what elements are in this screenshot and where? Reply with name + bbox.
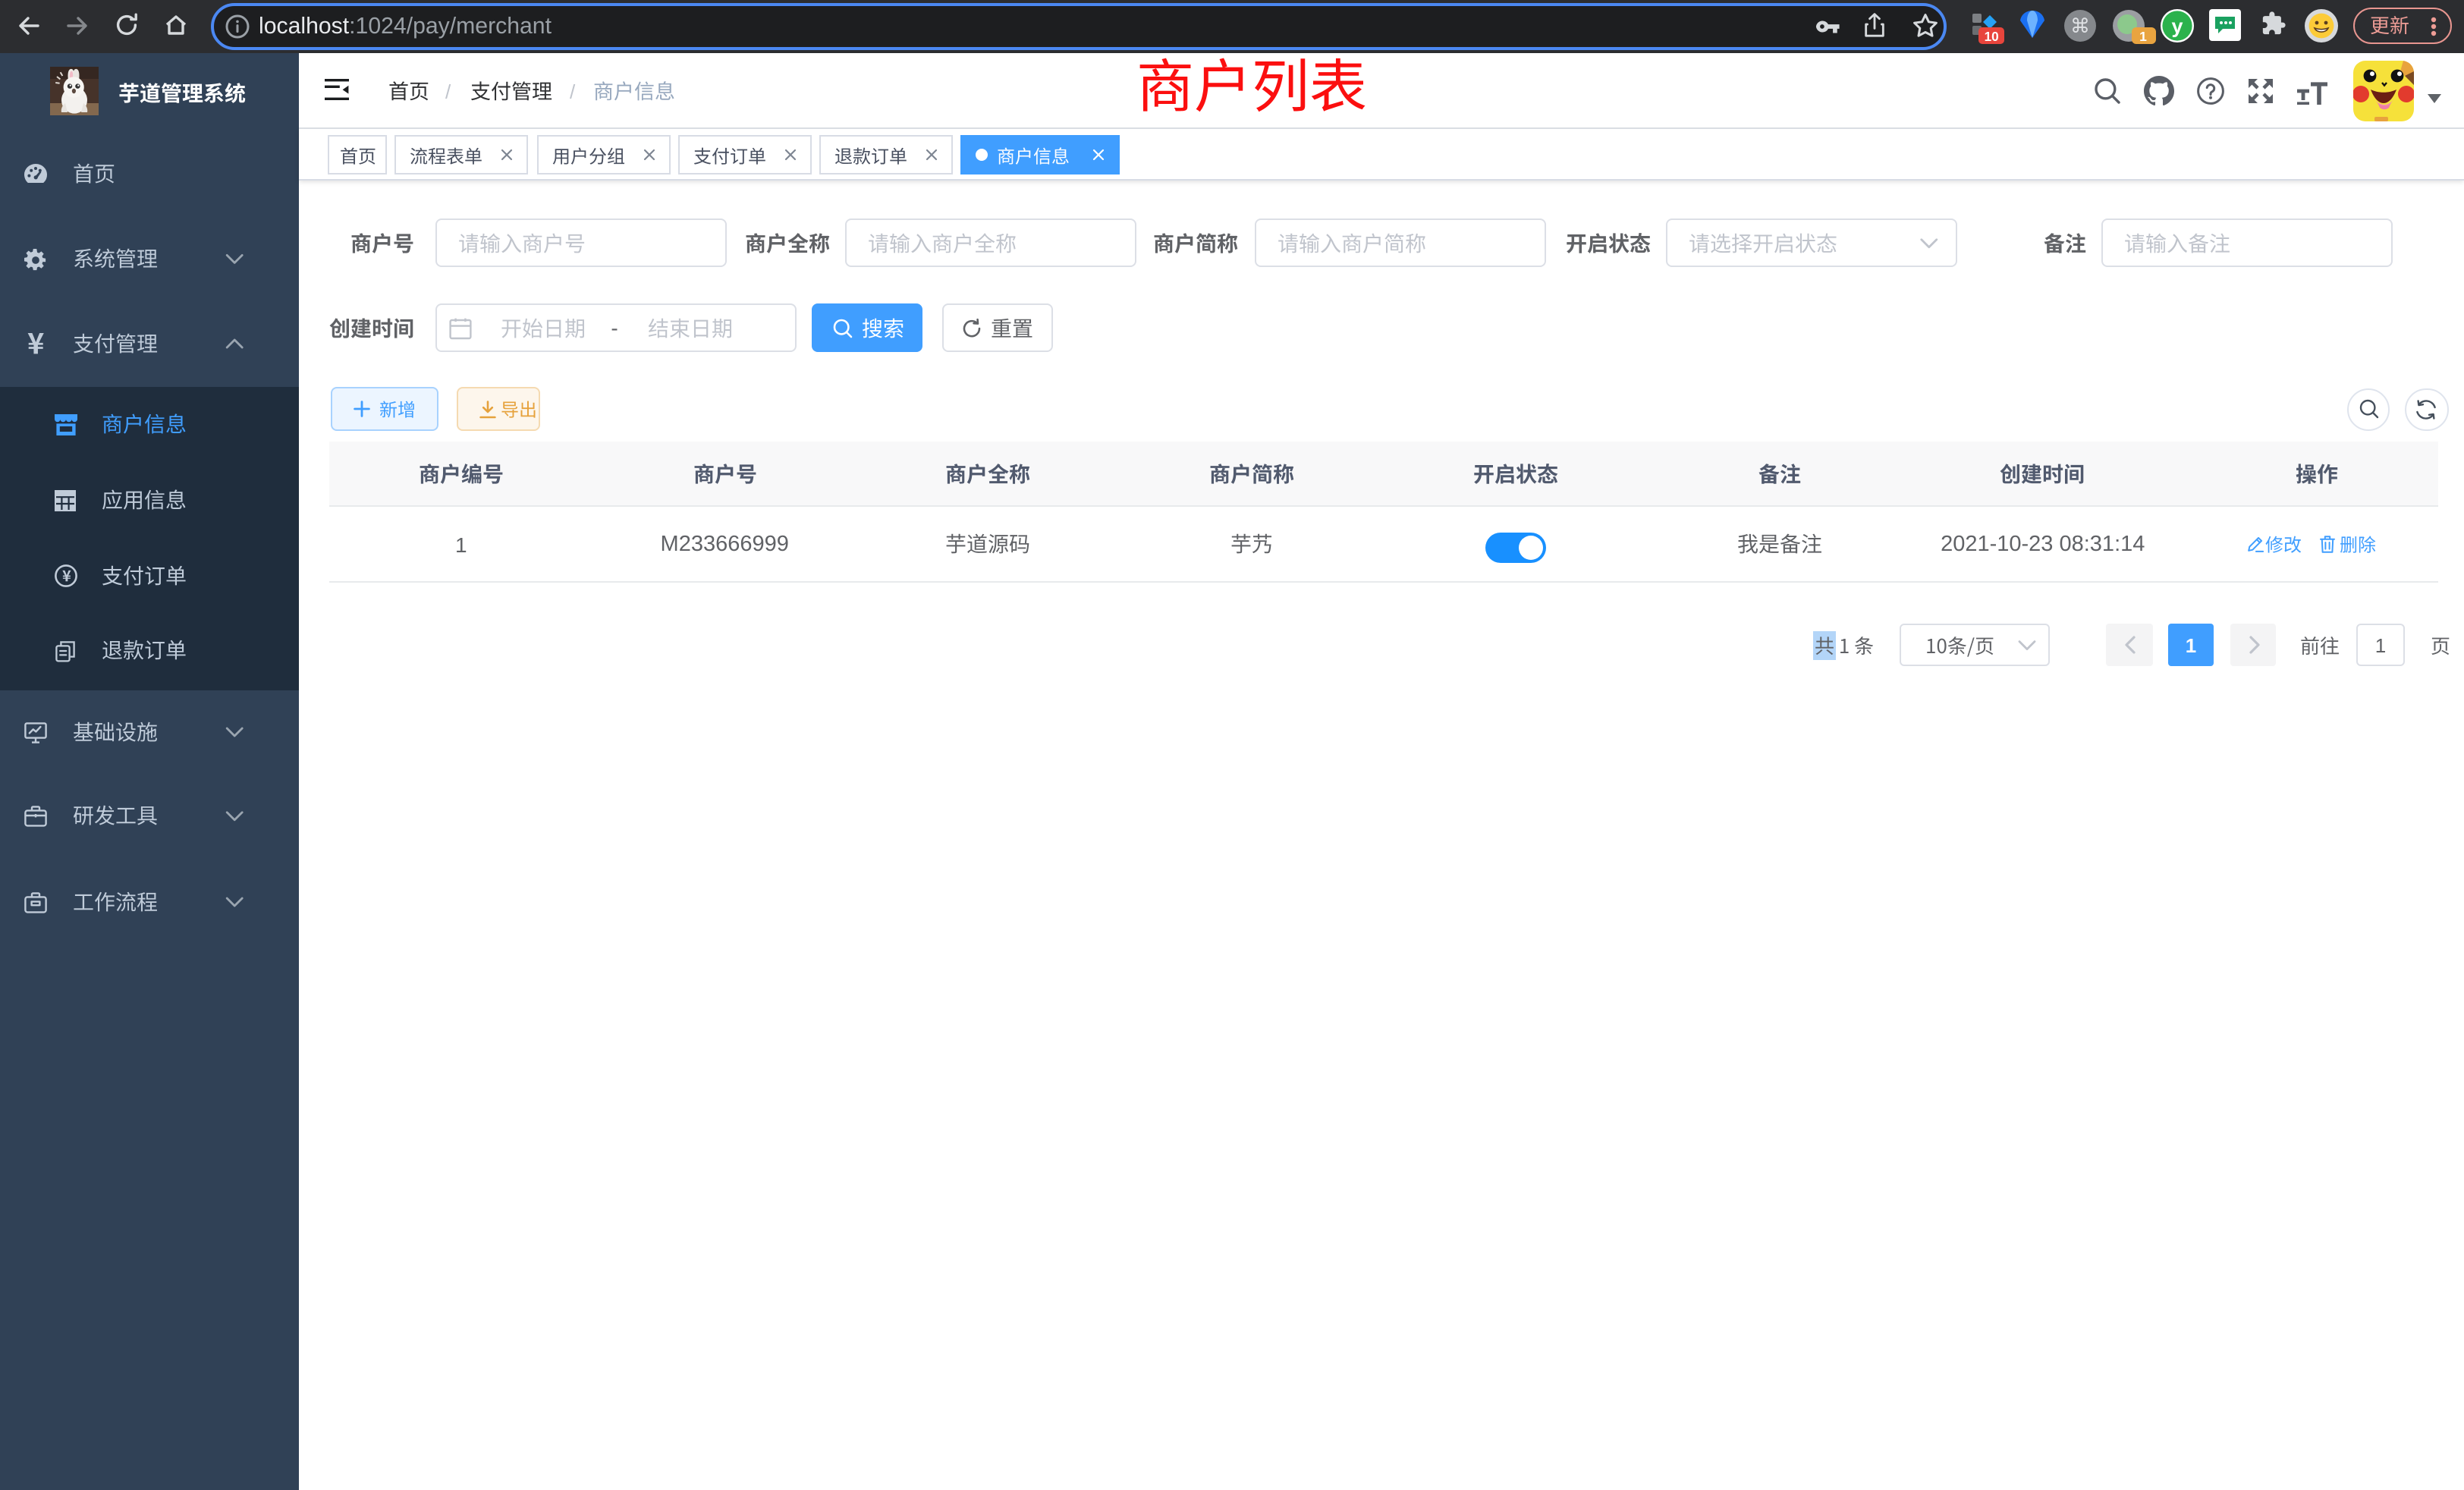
- svg-text:⌘: ⌘: [2070, 14, 2090, 37]
- svg-text:y: y: [2171, 14, 2183, 37]
